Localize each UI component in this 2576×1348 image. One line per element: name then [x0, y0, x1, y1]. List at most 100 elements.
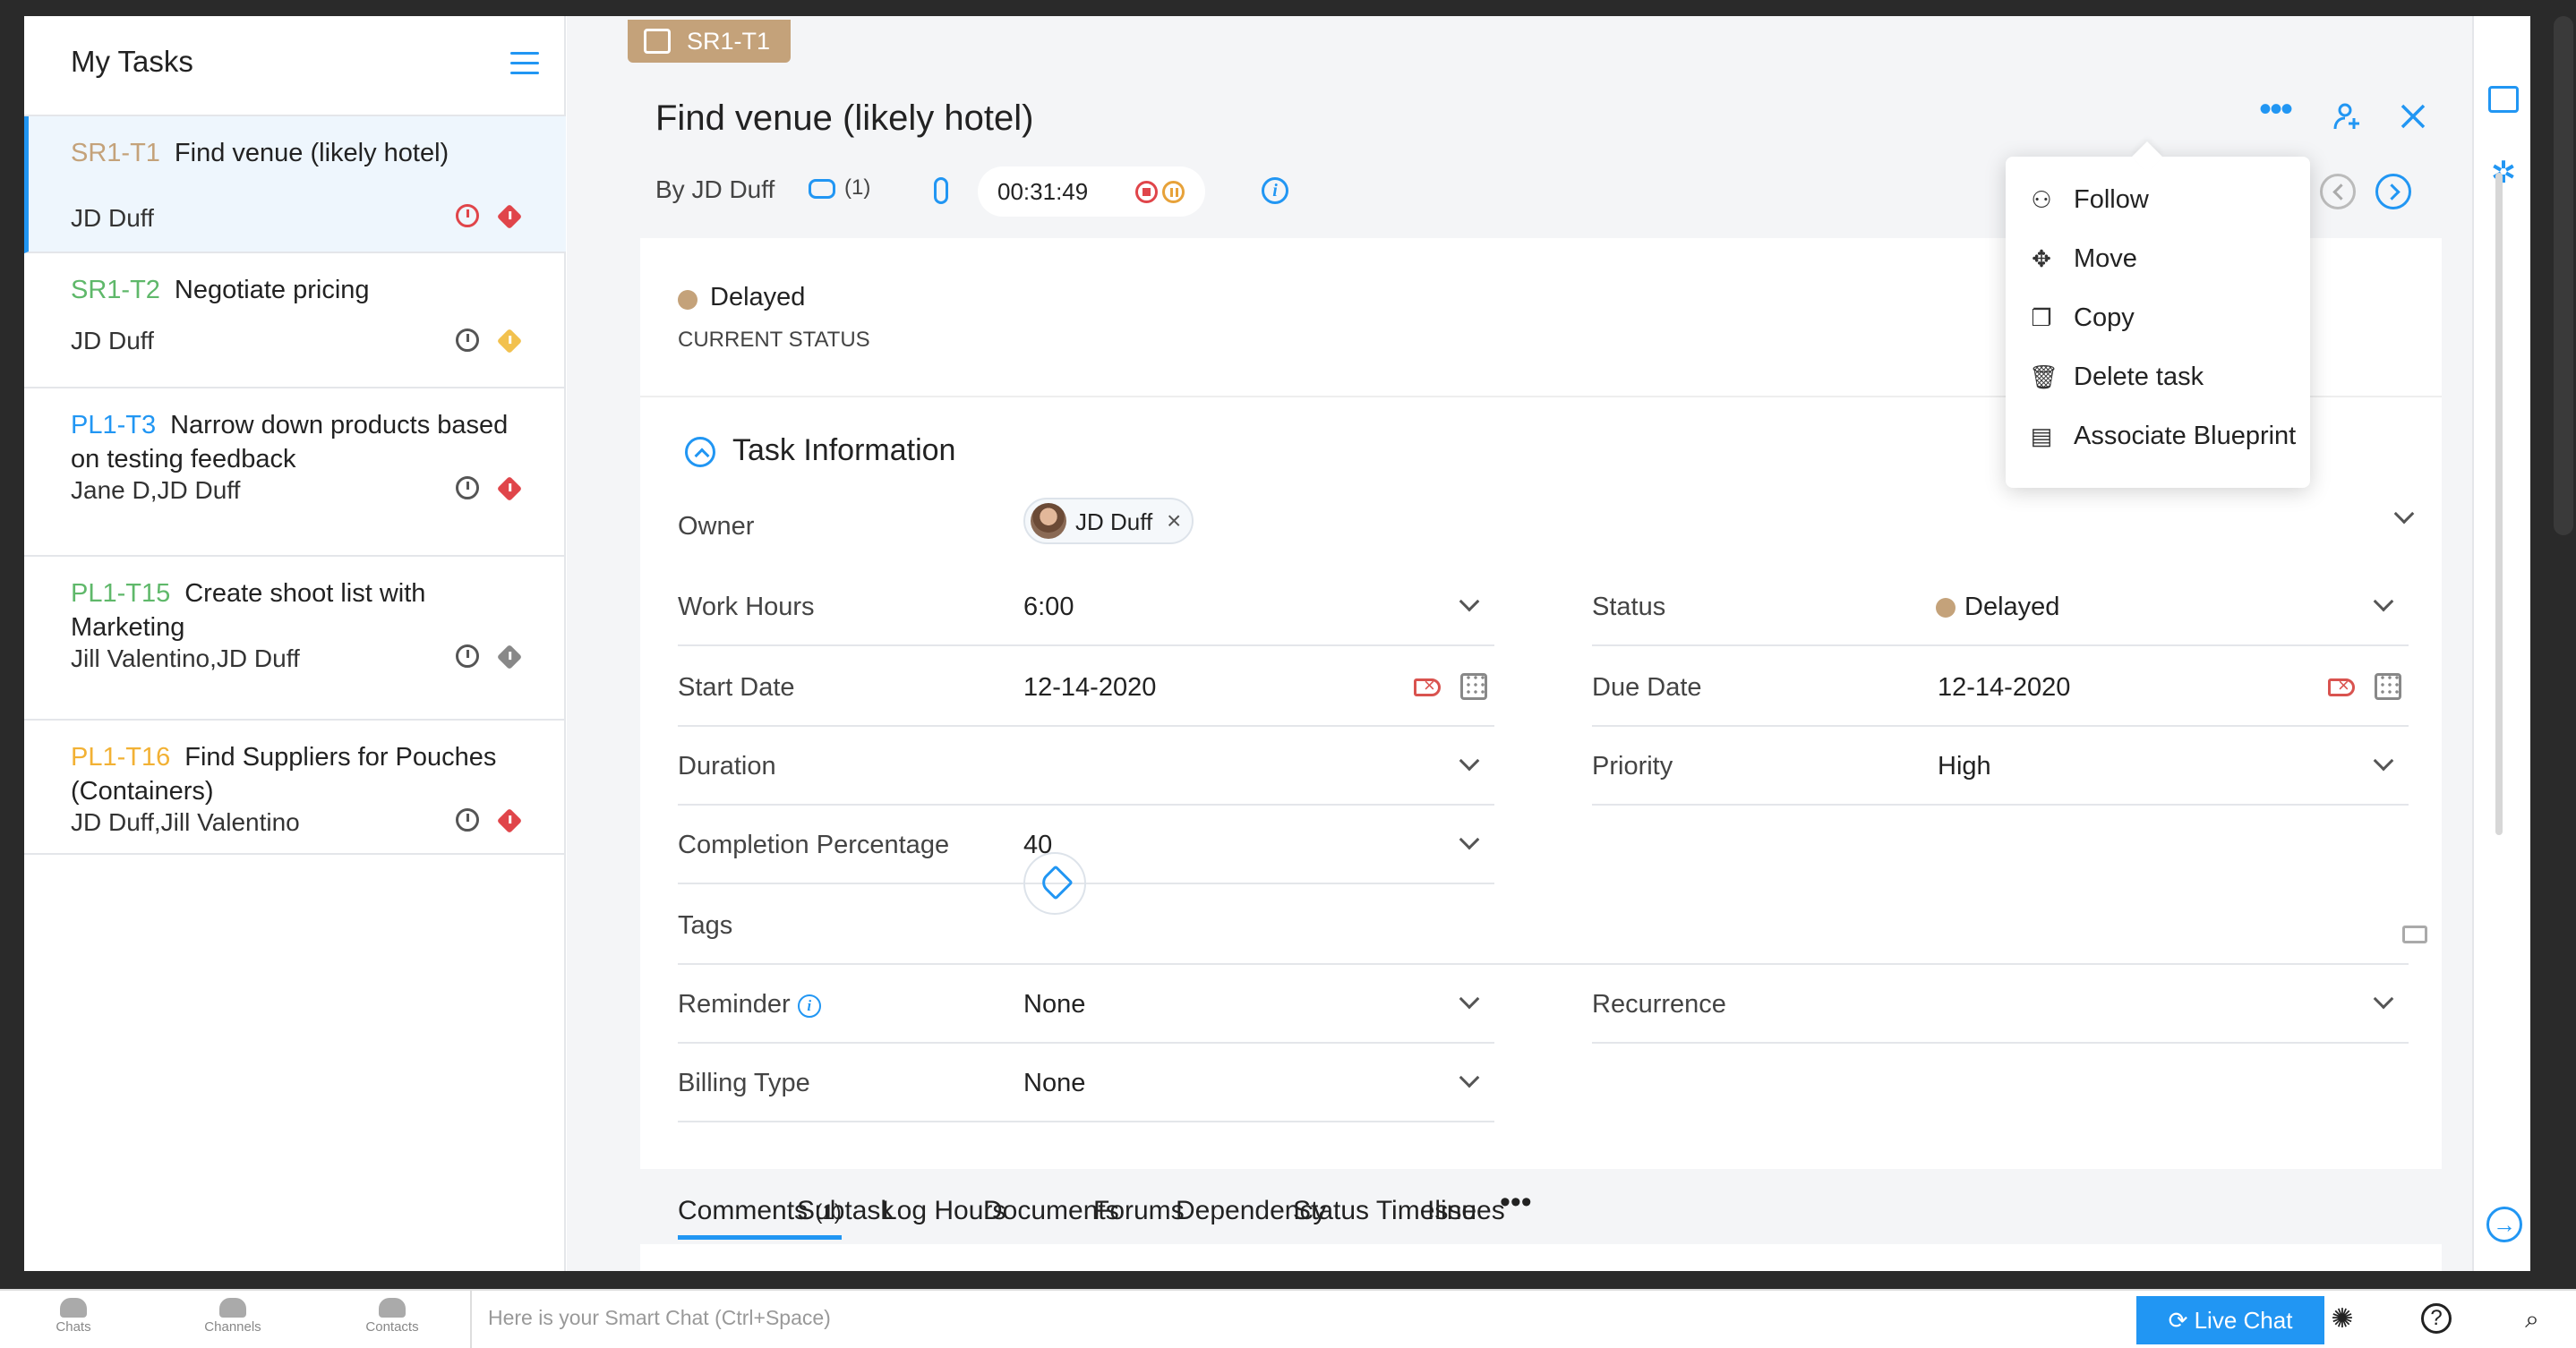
assign-user-icon[interactable]	[2332, 100, 2365, 132]
task-item-code: SR1-T2	[71, 276, 160, 304]
attachment-icon[interactable]	[934, 177, 948, 204]
chevron-down-icon[interactable]	[1459, 591, 1480, 612]
task-list-item[interactable]: PL1-T3 Narrow down products based on test…	[24, 388, 566, 557]
chevron-down-icon[interactable]	[2373, 988, 2394, 1010]
task-list-panel: My Tasks SR1-T1 Find venue (likely hotel)…	[24, 16, 566, 1271]
more-options-menu: ⚇ Follow ✥ Move ❐ Copy 🗑 Delete task ▤ Associate …	[2006, 157, 2310, 488]
recurrence-row[interactable]: Recurrence	[1592, 965, 2409, 1044]
move-icon: ✥	[2032, 245, 2051, 272]
task-creator: By JD Duff	[655, 175, 775, 203]
collapse-section-icon[interactable]	[685, 437, 715, 467]
help-icon[interactable]: ?	[2421, 1303, 2452, 1334]
billing-row[interactable]: Billing Type None	[678, 1044, 1494, 1122]
announcement-icon[interactable]: ✺	[2326, 1303, 2358, 1335]
scrollbar[interactable]	[2495, 173, 2503, 835]
priority-label: Priority	[1592, 752, 1673, 781]
reminder-info-icon[interactable]: i	[797, 994, 821, 1018]
menu-item-follow[interactable]: ⚇ Follow	[2006, 169, 2310, 228]
work-hours-row[interactable]: Work Hours 6:00	[678, 567, 1494, 646]
clear-date-icon[interactable]	[2328, 674, 2355, 697]
live-chat-button[interactable]: ⟳ Live Chat	[2136, 1296, 2324, 1344]
comment-count-link[interactable]: (1)	[809, 175, 870, 200]
clear-date-icon[interactable]	[1414, 674, 1441, 697]
next-task-icon[interactable]	[2375, 174, 2411, 209]
chevron-down-icon[interactable]	[1459, 829, 1480, 850]
timer-icon[interactable]	[456, 476, 479, 499]
due-date-row[interactable]: Due Date 12-14-2020	[1592, 648, 2409, 727]
owner-chip[interactable]: JD Duff ×	[1023, 498, 1194, 544]
task-information-section: Task Information Owner JD Duff × Work Ho…	[640, 396, 2442, 1169]
stop-timer-icon[interactable]	[1135, 181, 1158, 203]
search-icon[interactable]: ⌕	[2516, 1303, 2548, 1335]
task-item-title: PL1-T15 Create shoot list with Marketing	[71, 579, 426, 642]
owner-dropdown-chevron-icon[interactable]	[2393, 503, 2415, 525]
follow-icon: ⚇	[2031, 186, 2052, 213]
more-options-icon[interactable]: •••	[2259, 91, 2293, 127]
bottom-bar: Chats Channels Contacts Here is your Sma…	[0, 1289, 2576, 1348]
tab-issues[interactable]: Issues	[1427, 1196, 1505, 1226]
tab-forums[interactable]: Forums	[1093, 1196, 1185, 1226]
menu-item-delete-task[interactable]: 🗑 Delete task	[2006, 346, 2310, 405]
task-list-item[interactable]: PL1-T16 Find Suppliers for Pouches (Conta…	[24, 721, 566, 855]
duration-row[interactable]: Duration	[678, 727, 1494, 806]
chevron-down-icon[interactable]	[2373, 591, 2394, 612]
tab-subtask[interactable]: Subtask	[797, 1196, 894, 1226]
chevron-down-icon[interactable]	[2373, 750, 2394, 772]
calendar-icon[interactable]	[1460, 673, 1487, 700]
task-code-badge: SR1-T1	[628, 20, 791, 63]
timer-icon[interactable]	[456, 204, 479, 227]
previous-task-icon[interactable]	[2320, 174, 2356, 209]
priority-icon	[496, 644, 523, 670]
blueprint-icon: ▤	[2030, 422, 2053, 449]
owner-name: JD Duff	[1075, 508, 1153, 535]
chevron-down-icon[interactable]	[1459, 988, 1480, 1010]
chat-icon	[60, 1298, 87, 1318]
priority-row[interactable]: Priority High	[1592, 727, 2409, 806]
feedback-icon[interactable]	[2488, 86, 2519, 113]
info-icon[interactable]: i	[1262, 177, 1288, 204]
add-tag-icon[interactable]	[1023, 852, 1086, 915]
menu-item-copy[interactable]: ❐ Copy	[2006, 287, 2310, 346]
edit-tags-icon[interactable]	[2402, 926, 2427, 943]
trash-icon: 🗑	[2029, 363, 2059, 390]
status-row[interactable]: Status Delayed	[1592, 567, 2409, 646]
menu-item-move[interactable]: ✥ Move	[2006, 228, 2310, 287]
task-list-title: My Tasks	[71, 45, 193, 78]
task-list-item[interactable]: SR1-T1 Find venue (likely hotel) JD Duff	[24, 116, 566, 253]
task-item-assignees: JD Duff	[71, 204, 154, 232]
status-value: Delayed	[1964, 593, 2060, 621]
more-tabs-icon[interactable]: •••	[1500, 1185, 1532, 1220]
smart-chat-input[interactable]: Here is your Smart Chat (Ctrl+Space)	[470, 1291, 2135, 1348]
export-icon[interactable]: →	[2486, 1207, 2522, 1242]
reminder-row[interactable]: Reminder i None	[678, 965, 1494, 1044]
timer-icon[interactable]	[456, 644, 479, 668]
task-list-item[interactable]: SR1-T2 Negotiate pricing JD Duff	[24, 253, 566, 388]
menu-item-associate-blueprint[interactable]: ▤ Associate Blueprint	[2006, 405, 2310, 465]
reminder-label: Reminder i	[678, 990, 821, 1020]
task-item-code: PL1-T15	[71, 579, 171, 608]
status-dot	[1936, 598, 1956, 618]
chevron-down-icon[interactable]	[1459, 1067, 1480, 1088]
hamburger-menu-icon[interactable]	[510, 52, 539, 75]
chevron-down-icon[interactable]	[1459, 750, 1480, 772]
task-item-title: PL1-T3 Narrow down products based on test…	[71, 411, 509, 474]
screen: My Tasks SR1-T1 Find venue (likely hotel)…	[0, 0, 2576, 1348]
completion-row[interactable]: Completion Percentage 40	[678, 806, 1494, 884]
start-date-row[interactable]: Start Date 12-14-2020	[678, 648, 1494, 727]
window-scrollbar[interactable]	[2554, 16, 2573, 535]
close-icon[interactable]	[2397, 100, 2429, 132]
contacts-button[interactable]: Contacts	[347, 1298, 437, 1335]
remove-owner-icon[interactable]: ×	[1167, 507, 1181, 535]
task-item-code: SR1-T1	[71, 139, 160, 167]
chats-button[interactable]: Chats	[29, 1298, 118, 1335]
settings-icon[interactable]: ✲	[2488, 158, 2519, 188]
pause-timer-icon[interactable]	[1162, 181, 1185, 203]
priority-icon	[496, 475, 523, 502]
timer-icon[interactable]	[456, 328, 479, 352]
channels-button[interactable]: Channels	[188, 1298, 278, 1335]
task-item-assignees: JD Duff,Jill Valentino	[71, 808, 300, 836]
timer-icon[interactable]	[456, 808, 479, 832]
task-title[interactable]: Find venue (likely hotel)	[655, 98, 1033, 139]
calendar-icon[interactable]	[2375, 673, 2401, 700]
task-list-item[interactable]: PL1-T15 Create shoot list with Marketing …	[24, 557, 566, 721]
